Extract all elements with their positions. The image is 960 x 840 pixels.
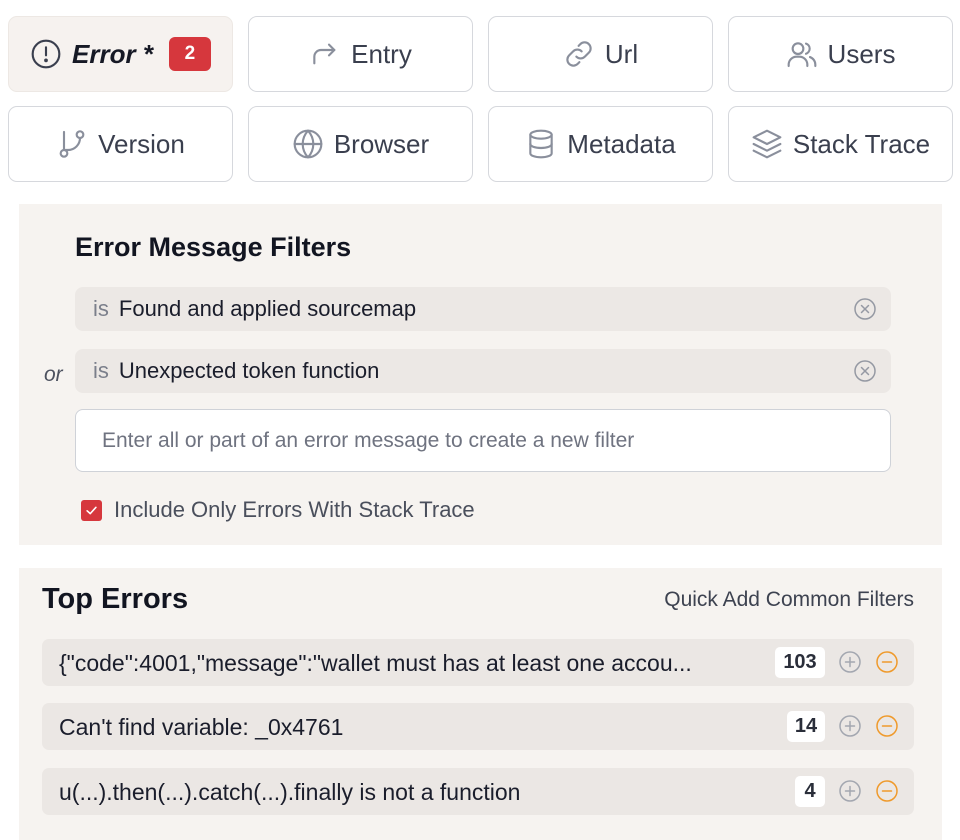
filter-operator: is <box>93 358 109 383</box>
filter-chip: is Found and applied sourcemap <box>75 287 891 331</box>
filter-count-badge: 2 <box>168 37 211 71</box>
plus-circle-icon <box>839 651 861 673</box>
tab-error[interactable]: Error * 2 <box>8 16 233 92</box>
git-branch-icon <box>59 130 85 158</box>
error-row: u(...).then(...).catch(...).finally is n… <box>42 768 914 815</box>
stack-trace-option: Include Only Errors With Stack Trace <box>81 497 475 523</box>
include-error-button[interactable] <box>838 779 862 803</box>
quick-add-common-filters-link[interactable]: Quick Add Common Filters <box>664 588 914 612</box>
tab-metadata[interactable]: Metadata <box>488 106 713 182</box>
filter-value: Unexpected token function <box>118 358 380 383</box>
minus-circle-icon <box>876 651 898 673</box>
checkmark-icon <box>86 506 97 514</box>
tab-url[interactable]: Url <box>488 16 713 92</box>
tab-label: Metadata <box>567 128 676 159</box>
error-row: {"code":4001,"message":"wallet must has … <box>42 639 914 686</box>
tab-label: Browser <box>333 128 430 159</box>
plus-circle-icon <box>839 780 861 802</box>
exclamation-circle-icon <box>31 39 61 69</box>
error-count: 103 <box>775 647 825 678</box>
error-message: {"code":4001,"message":"wallet must has … <box>59 650 692 676</box>
globe-icon <box>293 129 323 159</box>
include-stack-trace-checkbox[interactable] <box>81 499 102 521</box>
tab-stack-trace[interactable]: Stack Trace <box>728 106 953 182</box>
tab-label: Url <box>604 38 639 69</box>
error-count: 14 <box>787 711 825 742</box>
tab-label: Users <box>827 38 896 69</box>
share-arrow-icon <box>313 43 336 65</box>
minus-circle-icon <box>876 715 898 737</box>
tab-label: Version <box>98 128 185 159</box>
error-row: Can't find variable: _0x4761 14 <box>42 703 914 750</box>
tab-users[interactable]: Users <box>728 16 953 92</box>
error-message: u(...).then(...).catch(...).finally is n… <box>59 779 521 805</box>
top-errors-title: Top Errors <box>42 583 189 615</box>
tab-label: Stack Trace <box>792 128 931 159</box>
filters-title: Error Message Filters <box>75 232 352 262</box>
exclude-error-button[interactable] <box>875 714 899 738</box>
link-icon <box>566 41 592 67</box>
close-circle-icon <box>854 298 876 320</box>
layers-icon <box>752 129 782 159</box>
tab-label: Entry <box>351 38 412 69</box>
filter-category-tabs: Error * 2 Entry Url Users Version Browse… <box>8 16 954 182</box>
filter-chip: is Unexpected token function <box>75 349 891 393</box>
tab-entry[interactable]: Entry <box>248 16 473 92</box>
include-error-button[interactable] <box>838 650 862 674</box>
error-message-filters-panel: Error Message Filters is Found and appli… <box>19 204 942 545</box>
filter-value: Found and applied sourcemap <box>118 296 417 321</box>
tab-version[interactable]: Version <box>8 106 233 182</box>
exclude-error-button[interactable] <box>875 779 899 803</box>
or-label: or <box>44 363 63 386</box>
tab-browser[interactable]: Browser <box>248 106 473 182</box>
database-icon <box>529 129 554 159</box>
error-message: Can't find variable: _0x4761 <box>59 714 344 740</box>
exclude-error-button[interactable] <box>875 650 899 674</box>
include-stack-trace-label: Include Only Errors With Stack Trace <box>114 497 475 522</box>
remove-filter-button[interactable] <box>853 297 877 321</box>
top-errors-panel: Top Errors Quick Add Common Filters {"co… <box>19 568 942 840</box>
include-error-button[interactable] <box>838 714 862 738</box>
close-circle-icon <box>854 360 876 382</box>
plus-circle-icon <box>839 715 861 737</box>
minus-circle-icon <box>876 780 898 802</box>
new-filter-input[interactable] <box>75 409 891 472</box>
tab-label: Error * <box>72 38 153 69</box>
remove-filter-button[interactable] <box>853 359 877 383</box>
filter-operator: is <box>93 296 109 321</box>
users-icon <box>787 42 816 68</box>
error-count: 4 <box>795 776 825 807</box>
